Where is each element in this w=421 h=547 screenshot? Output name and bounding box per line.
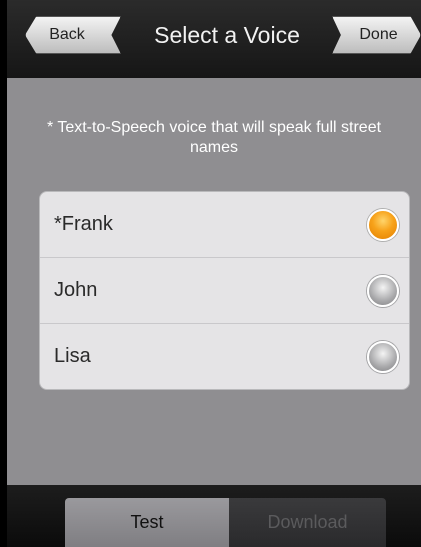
voice-item-lisa[interactable]: Lisa	[40, 324, 409, 389]
voice-selection-screen: Back Select a Voice Done * Text-to-Speec…	[7, 0, 421, 547]
radio-unselected-icon[interactable]	[367, 340, 399, 373]
done-button[interactable]: Done	[332, 16, 421, 54]
footer-bar: Test Download	[7, 485, 421, 547]
header-bar: Back Select a Voice Done	[7, 0, 421, 78]
radio-unselected-icon[interactable]	[367, 274, 399, 307]
voice-item-label: John	[54, 279, 98, 301]
download-button: Download	[229, 498, 386, 547]
radio-selected-icon[interactable]	[367, 208, 399, 241]
voice-item-frank[interactable]: *Frank	[40, 192, 409, 258]
tts-note: * Text-to-Speech voice that will speak f…	[46, 119, 382, 156]
test-button-label: Test	[130, 512, 164, 532]
download-button-label: Download	[267, 512, 348, 532]
back-button[interactable]: Back	[25, 16, 121, 54]
voice-item-john[interactable]: John	[40, 258, 409, 324]
voice-item-label: *Frank	[54, 213, 113, 235]
voice-item-label: Lisa	[54, 345, 91, 367]
test-button[interactable]: Test	[65, 498, 229, 547]
voice-list: *Frank John Lisa	[39, 191, 410, 390]
page-title: Select a Voice	[154, 22, 300, 48]
done-button-label: Done	[359, 26, 398, 43]
back-button-label: Back	[49, 26, 85, 43]
